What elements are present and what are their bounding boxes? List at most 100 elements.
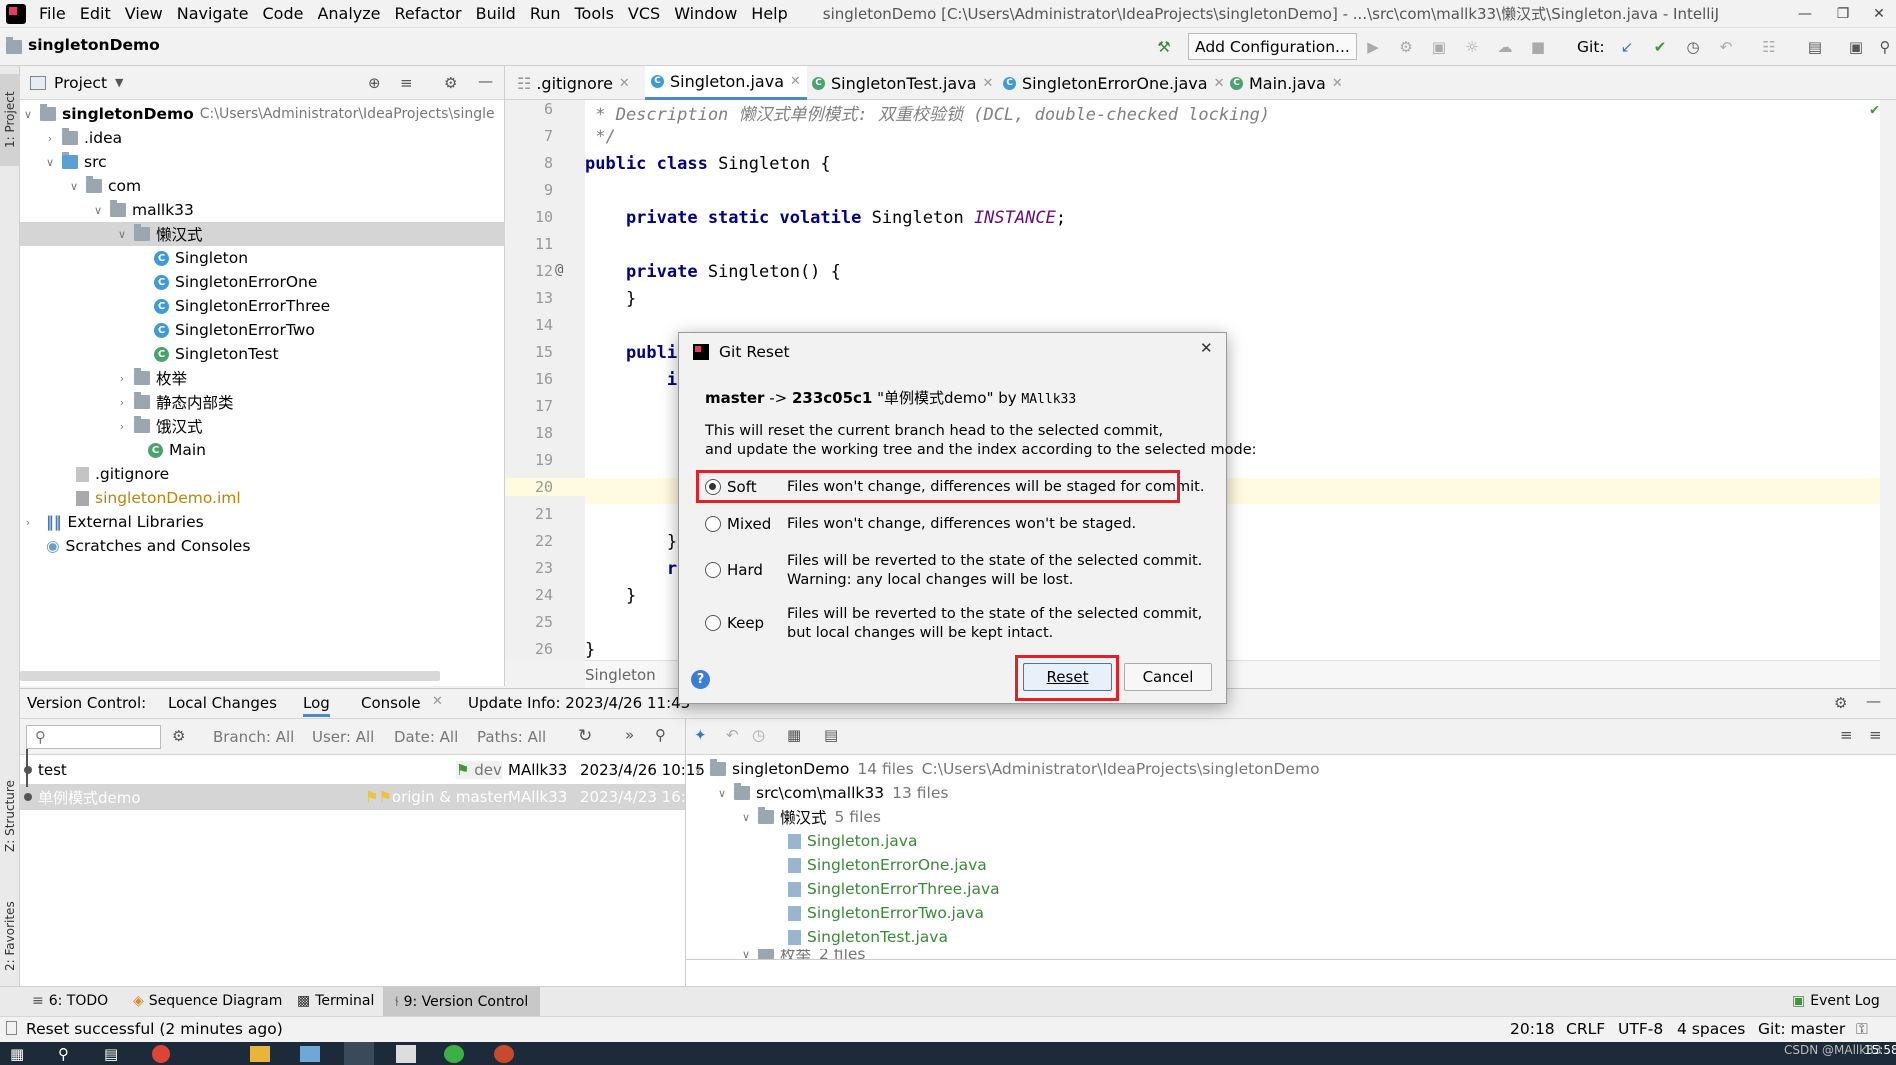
tab-console[interactable]: Console xyxy=(361,694,421,712)
tab-log[interactable]: Log xyxy=(303,694,330,717)
close-icon[interactable]: ✕ xyxy=(983,76,994,91)
wechat-icon[interactable] xyxy=(444,1045,464,1063)
close-icon[interactable]: ✕ xyxy=(1332,76,1343,91)
project-view-selector[interactable]: Project xyxy=(54,74,107,92)
settings-gear-icon[interactable]: ⚙ xyxy=(172,727,185,745)
chevron-right-icon[interactable]: › xyxy=(114,396,130,409)
more-icon[interactable]: » xyxy=(625,726,634,744)
profile-icon[interactable]: ☼ xyxy=(1461,36,1483,58)
change-root[interactable]: ∨ singletonDemo 14 files C:\Users\Administr… xyxy=(690,757,1320,781)
status-toggle-icon[interactable] xyxy=(6,1021,17,1035)
radio-hard[interactable] xyxy=(705,562,721,578)
menu-vcs[interactable]: VCS xyxy=(621,4,667,23)
menu-file[interactable]: File xyxy=(32,4,73,23)
git-branch[interactable]: Git: master xyxy=(1758,1020,1845,1038)
group-by-icon[interactable]: ▦ xyxy=(787,726,801,744)
change-package[interactable]: ∨ 懒汉式 5 files xyxy=(738,805,881,829)
chevron-right-icon[interactable]: › xyxy=(42,132,58,145)
chevron-down-icon[interactable]: ∨ xyxy=(90,204,106,217)
nav-project-name[interactable]: singletonDemo xyxy=(28,36,160,54)
chevron-down-icon[interactable]: ▼ xyxy=(115,76,123,89)
tree-item-src[interactable]: ∨ src xyxy=(20,150,505,174)
menu-view[interactable]: View xyxy=(118,4,170,23)
tree-item-gitignore[interactable]: .gitignore xyxy=(20,462,505,486)
change-src[interactable]: ∨ src\com\mallk33 13 files xyxy=(714,781,948,805)
tree-item-com[interactable]: ∨ com xyxy=(20,174,505,198)
menu-code[interactable]: Code xyxy=(256,4,311,23)
tree-item-root[interactable]: ∨ singletonDemo C:\Users\Administrator\I… xyxy=(20,102,505,126)
tree-item-singleton[interactable]: C Singleton xyxy=(20,246,505,270)
chevron-down-icon[interactable]: ∨ xyxy=(738,811,754,824)
chevron-down-icon[interactable]: ∨ xyxy=(690,763,706,776)
change-file[interactable]: SingletonTest.java xyxy=(788,925,948,949)
project-structure-icon[interactable]: ☷ xyxy=(1758,36,1780,58)
intellij-taskbar-icon[interactable] xyxy=(344,1042,374,1065)
run-icon[interactable]: ▶ xyxy=(1362,36,1384,58)
menu-run[interactable]: Run xyxy=(523,4,568,23)
collapse-all-icon[interactable]: ≡ xyxy=(1869,726,1882,744)
tree-item-singleton-error-one[interactable]: C SingletonErrorOne xyxy=(20,270,505,294)
chevron-down-icon[interactable]: ∨ xyxy=(738,949,754,959)
tab-gitignore[interactable]: ☷ .gitignore ✕ xyxy=(517,66,630,100)
change-file[interactable]: Singleton.java xyxy=(788,829,917,853)
hide-panel-icon[interactable]: — xyxy=(1866,692,1881,710)
dialog-close-icon[interactable]: ✕ xyxy=(1200,339,1213,357)
favorites-tool-tab[interactable]: 2: Favorites xyxy=(0,881,20,991)
breadcrumb-item[interactable]: Singleton xyxy=(585,666,656,684)
horizontal-scrollbar[interactable] xyxy=(20,671,440,681)
windows-start-icon[interactable]: ▦ xyxy=(10,1045,24,1063)
tree-item-singleton-error-three[interactable]: C SingletonErrorThree xyxy=(20,294,505,318)
file-encoding[interactable]: UTF-8 xyxy=(1618,1020,1663,1038)
inspection-ok-icon[interactable]: ✔ xyxy=(1870,100,1879,118)
locate-icon[interactable]: ⊕ xyxy=(368,74,381,92)
version-control-tool-tab[interactable]: ⫮ 9: Version Control xyxy=(383,987,541,1016)
branch-filter[interactable]: Branch: All xyxy=(213,728,294,746)
close-icon[interactable]: ✕ xyxy=(619,76,630,91)
radio-keep[interactable] xyxy=(705,615,721,631)
tab-local-changes[interactable]: Local Changes xyxy=(168,694,277,712)
chevron-down-icon[interactable]: ∨ xyxy=(714,787,730,800)
tab-singleton-test-java[interactable]: C SingletonTest.java ✕ xyxy=(812,66,993,100)
sdk-icon[interactable]: ▤ xyxy=(1804,36,1826,58)
git-history-icon[interactable]: ◷ xyxy=(1682,36,1704,58)
app-icon[interactable] xyxy=(494,1045,514,1063)
chrome-icon[interactable] xyxy=(152,1045,170,1063)
commit-row[interactable]: test ⚑ dev MAllk33 2023/4/26 10:15 xyxy=(20,757,705,783)
event-log-tool-tab[interactable]: ▣ Event Log xyxy=(1792,993,1880,1009)
chevron-down-icon[interactable]: ∨ xyxy=(114,228,130,241)
chevron-right-icon[interactable]: › xyxy=(114,420,130,433)
log-search-input[interactable]: ⚲ xyxy=(26,725,161,749)
change-package-partial[interactable]: ∨ 枚举 2 files xyxy=(738,949,866,959)
revert-icon[interactable]: ↶ xyxy=(726,726,739,744)
todo-tool-tab[interactable]: ≡ 6: TODO xyxy=(32,993,108,1009)
debug-icon[interactable]: ⚙ xyxy=(1395,36,1417,58)
stop-icon[interactable]: ■ xyxy=(1527,36,1549,58)
commit-row-selected[interactable]: 单例模式demo ⚑⚑origin & master MAllk33 2023/… xyxy=(20,784,705,810)
cancel-button[interactable]: Cancel xyxy=(1124,663,1212,691)
task-view-icon[interactable]: ▤ xyxy=(104,1045,118,1063)
menu-edit[interactable]: Edit xyxy=(73,4,118,23)
search-everywhere-icon[interactable]: ⚲ xyxy=(1874,36,1896,58)
menu-help[interactable]: Help xyxy=(744,4,794,23)
git-commit-icon[interactable]: ✔ xyxy=(1649,36,1671,58)
hide-panel-icon[interactable]: — xyxy=(478,72,493,90)
history-icon[interactable]: ◷ xyxy=(752,726,765,744)
app-icon[interactable] xyxy=(300,1046,320,1062)
close-window-button[interactable]: ✕ xyxy=(1856,0,1896,28)
tree-item-main[interactable]: C Main xyxy=(20,438,505,462)
close-icon[interactable]: ✕ xyxy=(432,694,443,709)
expand-all-icon[interactable]: ≡ xyxy=(1840,726,1853,744)
tab-update-info[interactable]: Update Info: 2023/4/26 11:43 xyxy=(468,694,690,712)
tree-item-eager-package[interactable]: › 饿汉式 xyxy=(20,414,505,438)
mode-keep-option[interactable]: Keep xyxy=(705,614,787,632)
tree-item-lazy-package[interactable]: ∨ 懒汉式 xyxy=(20,222,505,246)
project-tool-tab[interactable]: 1: Project xyxy=(0,74,20,166)
collapse-all-icon[interactable]: ≡ xyxy=(400,74,413,92)
lock-icon[interactable]: ⚿ xyxy=(1856,1020,1868,1039)
chevron-down-icon[interactable]: ∨ xyxy=(20,108,36,121)
line-separator[interactable]: CRLF xyxy=(1566,1020,1605,1038)
reset-button[interactable]: Reset xyxy=(1023,663,1112,691)
git-update-icon[interactable]: ↙ xyxy=(1616,36,1638,58)
settings-gear-icon[interactable]: ⚙ xyxy=(1834,694,1847,712)
paths-filter[interactable]: Paths: All xyxy=(477,728,546,746)
